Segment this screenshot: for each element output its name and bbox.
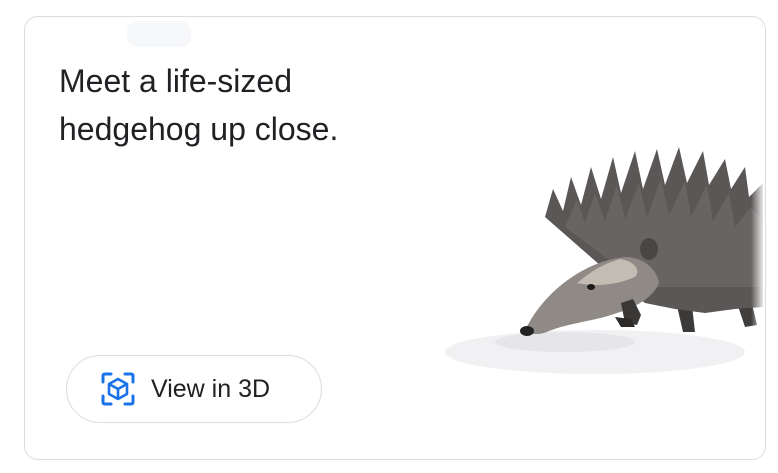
hedgehog-illustration: [445, 147, 763, 374]
knowledge-card: Meet a life-sized hedgehog up close. Vie…: [24, 16, 766, 460]
hedgehog-image[interactable]: [445, 127, 765, 397]
view-in-3d-button[interactable]: View in 3D: [66, 355, 322, 423]
faint-spot: [127, 21, 191, 47]
view-in-3d-icon: [99, 370, 137, 408]
card-edge-fade: [751, 17, 765, 459]
card-headline: Meet a life-sized hedgehog up close.: [59, 63, 339, 147]
view-in-3d-label: View in 3D: [151, 374, 271, 403]
